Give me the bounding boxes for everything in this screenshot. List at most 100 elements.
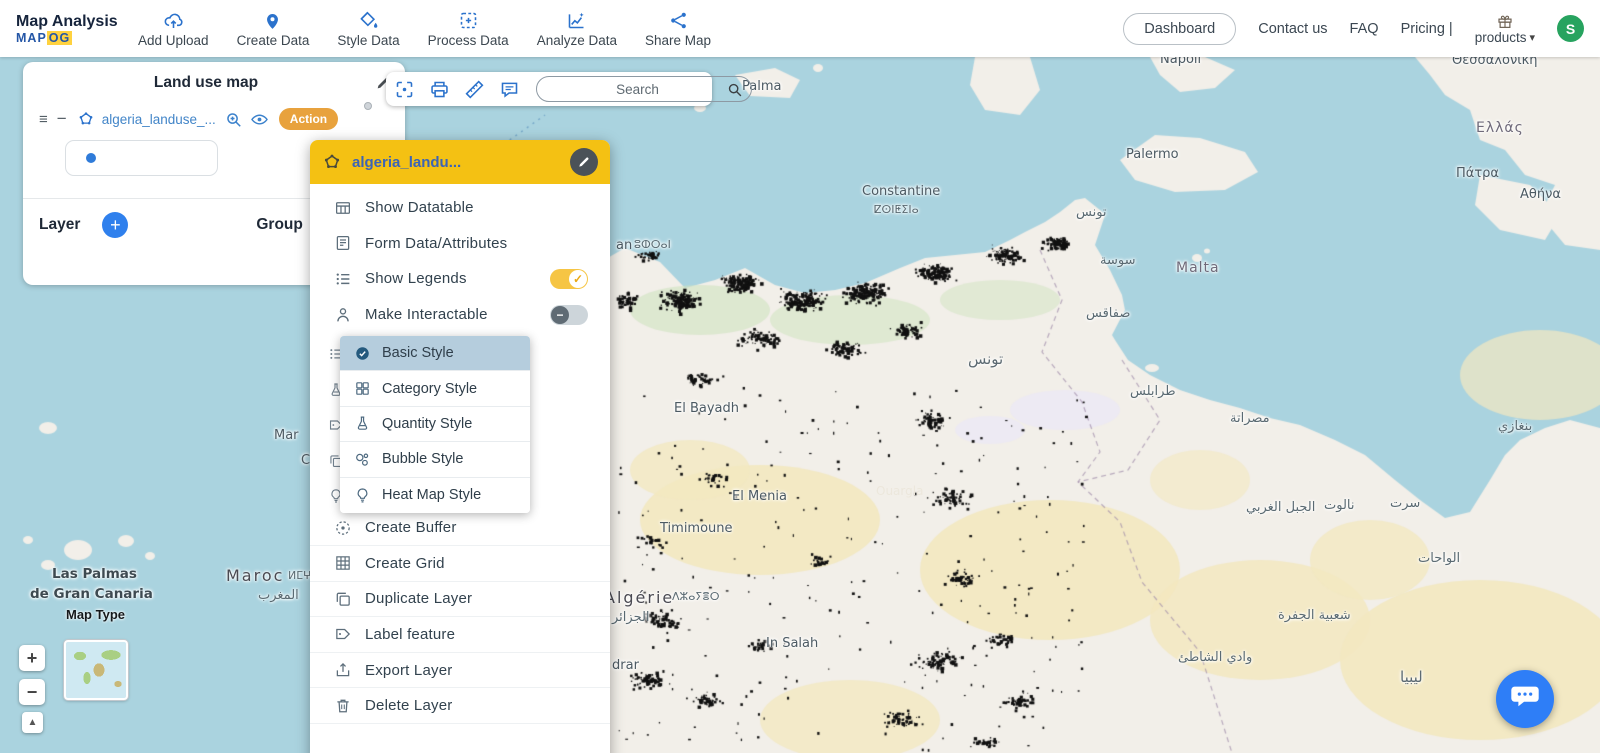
search-box xyxy=(536,76,752,102)
notification-dot xyxy=(364,102,372,110)
polygon-layer-icon xyxy=(322,152,342,172)
overview-map[interactable] xyxy=(64,640,128,700)
add-layer-button[interactable]: + xyxy=(102,212,129,238)
top-nav-bar: Map Analysis MAP OG Add Upload Create Dat… xyxy=(0,0,1600,57)
nav-label: Share Map xyxy=(644,32,712,48)
map-title: Land use map xyxy=(153,74,259,91)
menu-item-label: Show Legends xyxy=(365,270,467,288)
measure-icon[interactable] xyxy=(464,79,485,100)
duplicate-icon xyxy=(334,590,352,608)
drag-handle-icon[interactable]: ≡ xyxy=(39,111,48,128)
print-icon[interactable] xyxy=(429,79,450,100)
search-input[interactable] xyxy=(549,81,726,97)
brand-logo[interactable]: Map Analysis MAP OG xyxy=(0,12,118,45)
menu-item-label: Delete Layer xyxy=(365,697,453,715)
pricing-link[interactable]: Pricing | xyxy=(1401,21,1453,37)
submenu-item-quantity-style[interactable]: Quantity Style xyxy=(340,406,530,443)
rename-layer-button[interactable] xyxy=(570,148,598,176)
menu-item-label: Create Buffer xyxy=(365,519,457,537)
menu-item-make-interactable[interactable]: Make Interactable − xyxy=(310,297,610,333)
zoom-to-layer-icon[interactable] xyxy=(224,110,243,129)
collapse-icon[interactable]: − xyxy=(57,109,67,129)
menu-item-form-data-attributes[interactable]: Form Data/Attributes xyxy=(310,226,610,262)
menu-item-duplicate-layer[interactable]: Duplicate Layer xyxy=(310,582,610,618)
context-menu-header: algeria_landu... xyxy=(310,140,610,184)
submenu-item-bubble-style[interactable]: Bubble Style xyxy=(340,442,530,478)
menu-top-items: Show Datatable Form Data/Attributes Show… xyxy=(310,184,610,332)
avatar[interactable]: S xyxy=(1557,15,1584,42)
pan-up-button[interactable]: ▲ xyxy=(22,712,43,733)
dashboard-button[interactable]: Dashboard xyxy=(1123,12,1237,45)
products-label: products xyxy=(1474,30,1527,45)
heatmap-style-icon xyxy=(354,487,371,504)
trash-icon xyxy=(334,697,352,715)
menu-item-export-layer[interactable]: Export Layer xyxy=(310,653,610,689)
submenu-item-category-style[interactable]: Category Style xyxy=(340,371,530,407)
nav-item-style-data[interactable]: Style Data xyxy=(327,6,409,52)
main-nav: Add Upload Create Data Style Data Proces… xyxy=(128,6,721,52)
search-icon[interactable] xyxy=(726,81,743,98)
legend-point-symbol xyxy=(86,153,96,163)
nav-right: Dashboard Contact us FAQ Pricing | produ… xyxy=(1123,12,1600,45)
chat-icon xyxy=(1508,680,1542,719)
menu-bottom-items: Create Buffer Create Grid Duplicate Laye… xyxy=(310,510,610,724)
grid-icon xyxy=(334,554,352,572)
action-button[interactable]: Action xyxy=(278,108,339,130)
menu-item-create-grid[interactable]: Create Grid xyxy=(310,546,610,582)
buffer-icon xyxy=(334,519,352,537)
submenu-item-label: Quantity Style xyxy=(382,415,473,432)
menu-item-show-legends[interactable]: Show Legends ✓ xyxy=(310,261,610,297)
menu-item-show-datatable[interactable]: Show Datatable xyxy=(310,190,610,226)
nav-item-create-data[interactable]: Create Data xyxy=(227,6,320,52)
cloud-upload-icon xyxy=(163,10,184,31)
submenu-item-label: Category Style xyxy=(382,380,478,397)
pencil-icon xyxy=(577,155,591,169)
nav-label: Analyze Data xyxy=(536,32,617,48)
context-menu-layer-name: algeria_landu... xyxy=(352,153,462,171)
table-icon xyxy=(334,199,352,217)
nav-item-add-upload[interactable]: Add Upload xyxy=(128,6,219,52)
menu-item-label-feature[interactable]: Label feature xyxy=(310,617,610,653)
zoom-out-button[interactable]: − xyxy=(19,679,45,705)
layer-name[interactable]: algeria_landuse_... xyxy=(102,112,216,127)
toggle-make-interactable[interactable]: − xyxy=(550,304,588,325)
chat-button[interactable] xyxy=(1496,670,1554,728)
brand-title: Map Analysis xyxy=(16,12,118,30)
nav-label: Create Data xyxy=(236,32,310,48)
analyze-icon xyxy=(566,10,587,31)
label-icon xyxy=(334,625,352,643)
extent-icon[interactable] xyxy=(394,79,415,100)
menu-item-create-buffer[interactable]: Create Buffer xyxy=(310,510,610,546)
category-style-icon xyxy=(354,380,371,397)
nav-label: Style Data xyxy=(337,32,400,48)
pin-icon xyxy=(262,10,283,31)
faq-link[interactable]: FAQ xyxy=(1350,21,1379,37)
menu-item-label: Show Datatable xyxy=(365,199,474,217)
layer-visibility-eye-icon[interactable] xyxy=(250,110,269,129)
toggle-show-legends[interactable]: ✓ xyxy=(550,268,588,289)
nav-item-analyze-data[interactable]: Analyze Data xyxy=(527,6,627,52)
group-section-label: Group xyxy=(256,216,303,233)
nav-label: Add Upload xyxy=(138,32,209,48)
zoom-in-button[interactable]: + xyxy=(19,645,45,671)
nav-item-process-data[interactable]: Process Data xyxy=(418,6,519,52)
products-menu[interactable]: products ▾ xyxy=(1475,12,1535,45)
submenu-item-label: Heat Map Style xyxy=(382,487,482,504)
layer-section-label: Layer xyxy=(39,216,81,233)
chevron-down-icon: ▾ xyxy=(1529,32,1535,44)
layer-row: ≡ − algeria_landuse_... Action xyxy=(23,102,405,130)
legend-icon xyxy=(334,270,352,288)
person-icon xyxy=(334,306,352,324)
contact-us-link[interactable]: Contact us xyxy=(1258,21,1327,37)
form-icon xyxy=(334,234,352,252)
nav-item-share-map[interactable]: Share Map xyxy=(635,6,721,52)
polygon-layer-icon xyxy=(77,110,95,128)
submenu-item-heat-map-style[interactable]: Heat Map Style xyxy=(340,477,530,513)
menu-item-label: Duplicate Layer xyxy=(365,590,473,608)
submenu-item-basic-style[interactable]: Basic Style xyxy=(340,336,530,372)
menu-item-delete-layer[interactable]: Delete Layer xyxy=(310,688,610,724)
legend-swatch xyxy=(65,140,218,176)
style-submenu: Basic Style Category Style Quantity Styl… xyxy=(340,336,530,513)
bubble-style-icon xyxy=(354,451,371,468)
comment-icon[interactable] xyxy=(499,79,520,100)
